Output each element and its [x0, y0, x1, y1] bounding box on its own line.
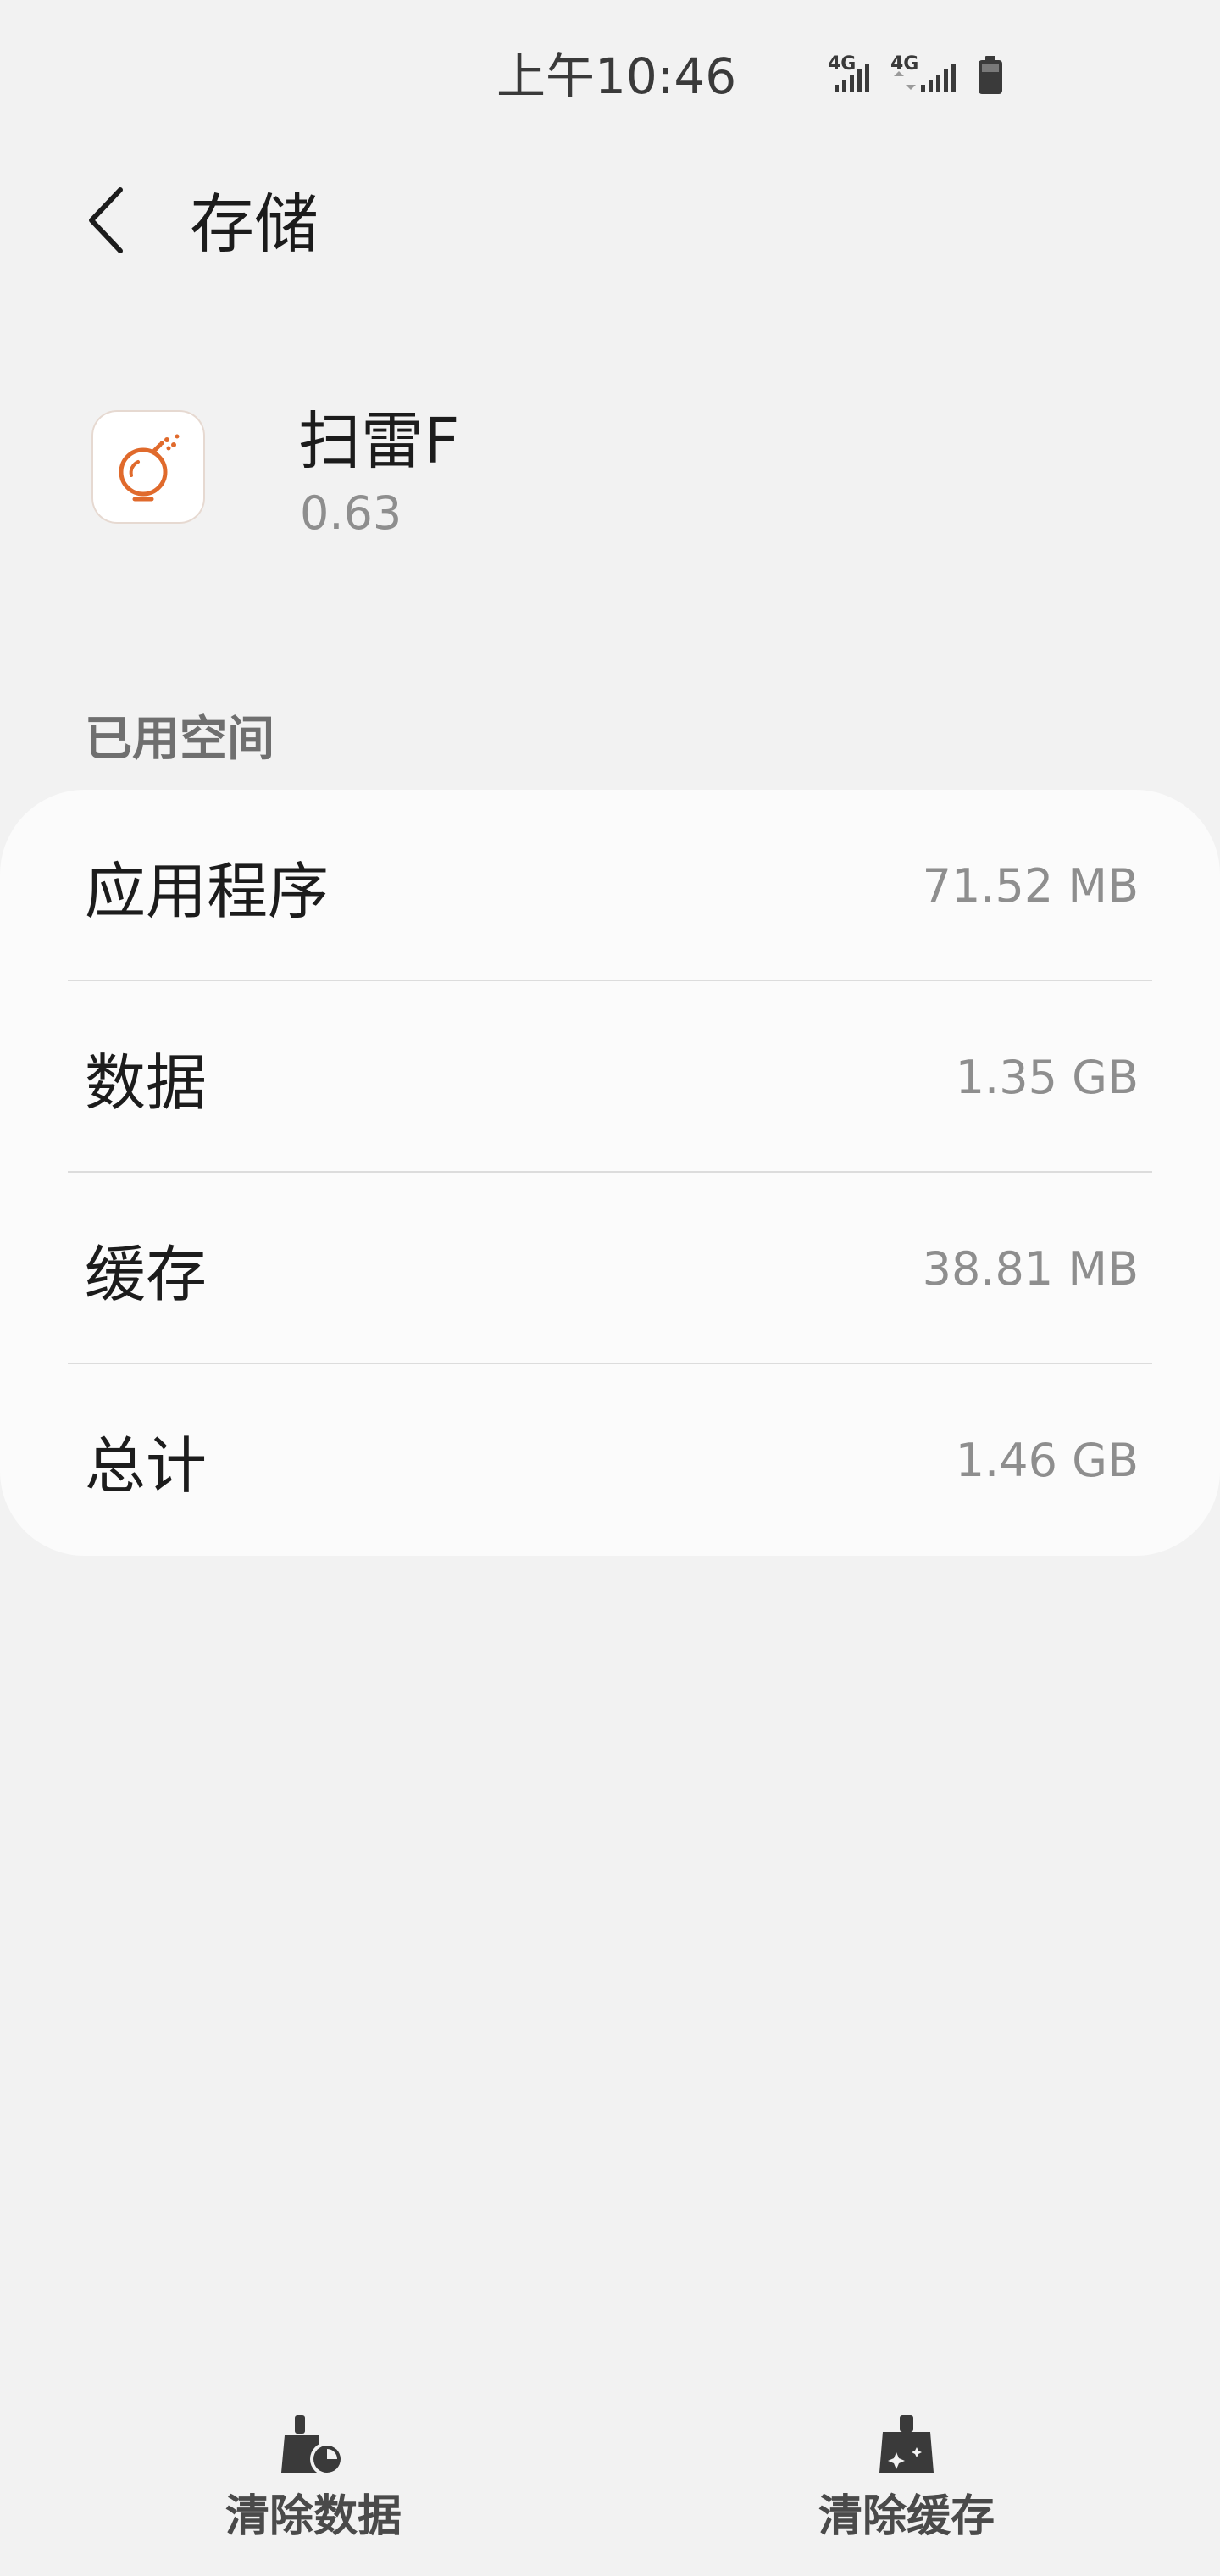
chevron-left-icon [89, 187, 123, 253]
storage-row-label: 应用程序 [85, 855, 330, 927]
storage-row-value: 71.52 MB [922, 858, 1139, 913]
clear-data-icon [144, 2407, 483, 2484]
battery-icon [979, 56, 1002, 94]
back-button[interactable] [75, 180, 136, 261]
storage-row-total: 总计 1.46 GB [0, 1364, 1220, 1556]
bomb-icon [119, 434, 180, 502]
app-name: 扫雷F [298, 405, 460, 478]
storage-row-app: 应用程序 71.52 MB [0, 790, 1220, 981]
clear-cache-label: 清除缓存 [818, 2491, 995, 2542]
storage-card: 应用程序 71.52 MB 数据 1.35 GB 缓存 38.81 MB 总计 … [0, 790, 1220, 1556]
network-type-2: 4G [890, 53, 918, 75]
section-label-used-space: 已用空间 [85, 712, 274, 767]
signal-icon: 4G 4G [828, 53, 1002, 94]
storage-row-label: 缓存 [85, 1238, 208, 1310]
storage-row-data: 数据 1.35 GB [0, 981, 1220, 1173]
storage-row-value: 1.35 GB [955, 1050, 1139, 1104]
status-time: 上午10:46 [496, 47, 737, 105]
storage-row-label: 数据 [85, 1046, 208, 1119]
app-version: 0.63 [300, 486, 402, 540]
clear-data-button[interactable]: 清除数据 [144, 2390, 483, 2559]
clear-cache-icon [737, 2407, 1076, 2484]
storage-row-value: 38.81 MB [922, 1241, 1139, 1296]
network-type-1: 4G [828, 53, 856, 75]
status-bar: 上午10:46 4G 4G [0, 0, 1220, 127]
clear-data-label: 清除数据 [225, 2491, 402, 2542]
storage-row-value: 1.46 GB [955, 1433, 1139, 1487]
app-icon [92, 410, 205, 524]
clear-cache-button[interactable]: 清除缓存 [737, 2390, 1076, 2559]
status-icons: 4G 4G [826, 51, 1021, 105]
page-title: 存储 [190, 186, 319, 262]
storage-row-label: 总计 [85, 1430, 208, 1502]
storage-row-cache: 缓存 38.81 MB [0, 1173, 1220, 1364]
